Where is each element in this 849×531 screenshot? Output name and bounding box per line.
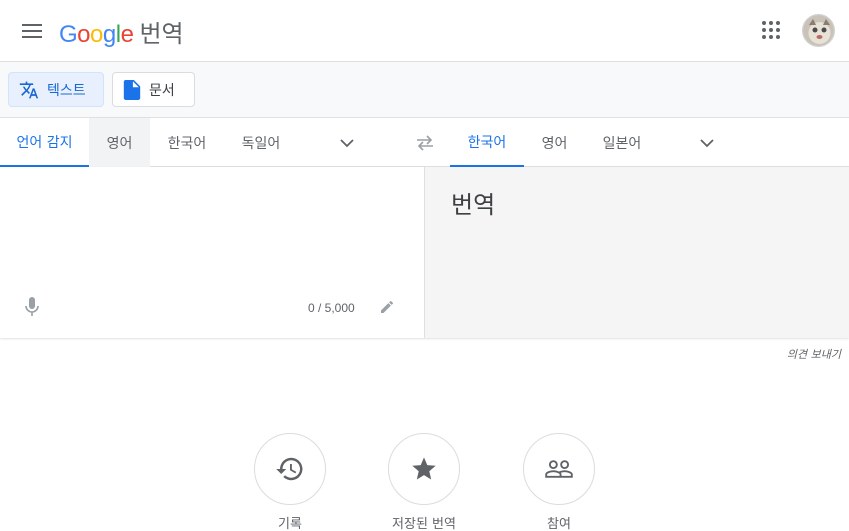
account-avatar[interactable] bbox=[802, 14, 835, 47]
chevron-down-icon bbox=[340, 138, 354, 147]
community-button[interactable] bbox=[523, 433, 595, 505]
target-lang-japanese[interactable]: 일본어 bbox=[585, 118, 659, 167]
document-mode-label: 문서 bbox=[149, 82, 175, 99]
source-lang-german[interactable]: 독일어 bbox=[224, 118, 298, 167]
saved-item: 저장된 번역 bbox=[369, 433, 479, 531]
source-panel: 0 / 5,000 bbox=[0, 167, 425, 338]
translation-panels: 0 / 5,000 번역 bbox=[0, 167, 849, 338]
google-logo: Google bbox=[59, 21, 134, 48]
swap-arrows-icon bbox=[417, 135, 433, 151]
avatar-image bbox=[803, 15, 834, 46]
document-mode-button[interactable]: 문서 bbox=[112, 72, 195, 107]
source-lang-english[interactable]: 영어 bbox=[89, 118, 150, 167]
google-apps-button[interactable] bbox=[755, 14, 787, 46]
chevron-down-icon bbox=[700, 138, 714, 147]
history-button[interactable] bbox=[254, 433, 326, 505]
apps-grid-icon bbox=[762, 21, 780, 39]
source-lang-dropdown[interactable] bbox=[332, 128, 362, 158]
voice-input-button[interactable] bbox=[19, 294, 45, 320]
mode-toolbar: 텍스트 문서 bbox=[0, 62, 849, 118]
history-item: 기록 bbox=[235, 433, 345, 531]
source-text-input[interactable] bbox=[16, 177, 406, 287]
star-icon bbox=[412, 457, 436, 480]
target-panel: 번역 bbox=[425, 167, 849, 338]
source-lang-detect[interactable]: 언어 감지 bbox=[0, 118, 89, 167]
text-mode-button[interactable]: 텍스트 bbox=[8, 72, 104, 107]
text-mode-label: 텍스트 bbox=[47, 82, 86, 99]
history-icon bbox=[276, 457, 303, 481]
saved-translations-label: 저장된 번역 bbox=[392, 517, 456, 531]
swap-languages-button[interactable] bbox=[410, 128, 440, 158]
community-label: 참여 bbox=[547, 517, 571, 531]
app-header: Google 번역 bbox=[0, 0, 849, 62]
send-feedback-link[interactable]: 의견 보내기 bbox=[787, 346, 841, 362]
community-item: 참여 bbox=[504, 433, 614, 531]
source-lang-korean[interactable]: 한국어 bbox=[150, 118, 224, 167]
product-name: 번역 bbox=[139, 20, 184, 48]
pencil-icon bbox=[381, 300, 394, 313]
google-translate-logo[interactable]: Google 번역 bbox=[59, 14, 184, 49]
microphone-icon bbox=[25, 297, 39, 316]
translation-output: 번역 bbox=[451, 191, 496, 219]
hamburger-menu-icon bbox=[22, 24, 42, 38]
language-bar: 언어 감지 영어 한국어 독일어 한국어 영어 일본어 bbox=[0, 118, 849, 167]
saved-translations-button[interactable] bbox=[388, 433, 460, 505]
main-menu-button[interactable] bbox=[14, 13, 50, 49]
history-label: 기록 bbox=[278, 517, 302, 531]
translate-icon bbox=[19, 80, 39, 100]
character-counter: 0 / 5,000 bbox=[308, 301, 355, 315]
target-lang-dropdown[interactable] bbox=[692, 128, 722, 158]
document-icon bbox=[123, 79, 141, 100]
target-lang-korean[interactable]: 한국어 bbox=[450, 118, 524, 167]
handwriting-button[interactable] bbox=[376, 296, 398, 318]
community-icon bbox=[545, 460, 573, 478]
target-lang-english[interactable]: 영어 bbox=[524, 118, 585, 167]
